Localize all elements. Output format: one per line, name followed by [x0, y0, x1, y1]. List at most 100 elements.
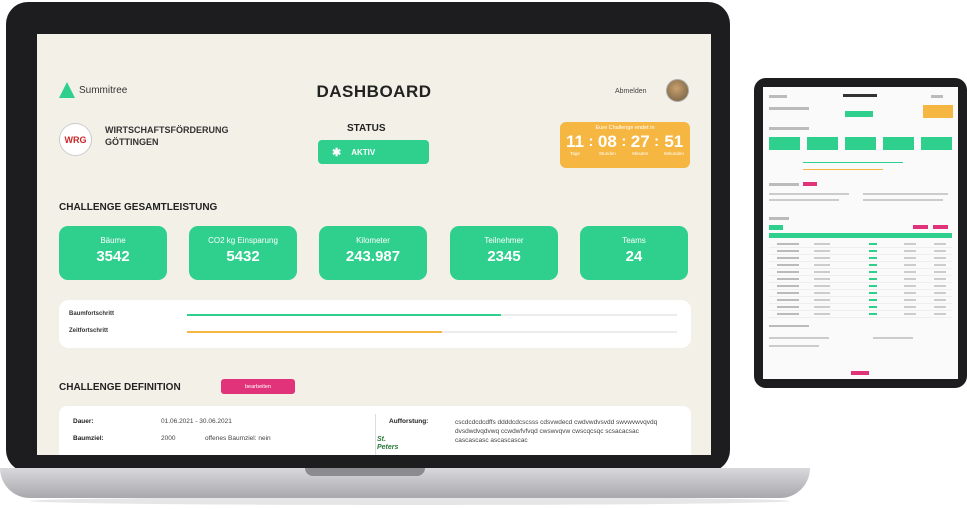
countdown-separator: : — [621, 133, 627, 150]
reforest-text: cscdcdcdcdffs ddddcdcscsss cdsvwdecd cwd… — [455, 419, 658, 444]
countdown-days: 11 — [566, 132, 584, 151]
tablet-table-row — [769, 297, 952, 304]
stat-value: 24 — [625, 248, 643, 265]
stat-value: 5432 — [226, 248, 260, 265]
countdown-minutes-label: Minuten — [632, 151, 649, 156]
org-logo: WRG — [59, 123, 92, 156]
countdown-seconds-label: Sekunden — [663, 151, 684, 156]
stat-card-participants: Teilnehmer 2345 — [450, 226, 558, 280]
countdown-days-label: Tage — [570, 151, 580, 156]
progress-label-trees: Baumfortschritt — [69, 311, 115, 317]
progress-label-time: Zeitfortschritt — [69, 328, 108, 334]
tablet-stat-card — [807, 137, 838, 150]
countdown-title: Eure Challenge endet in — [595, 125, 655, 131]
tree-goal-note: offenes Baumziel: nein — [205, 435, 271, 442]
logout-link[interactable]: Abmelden — [615, 88, 647, 95]
tablet-table-row — [769, 304, 952, 311]
tablet-status-badge — [845, 111, 873, 117]
tree-goal-label: Baumziel: — [73, 435, 104, 442]
tablet-stat-card — [769, 137, 800, 150]
countdown-hours: 08 — [597, 132, 617, 151]
tablet-table-row — [769, 276, 952, 283]
org-logo-text: WRG — [64, 134, 87, 145]
status-label: STATUS — [347, 123, 386, 134]
performance-title: CHALLENGE GESAMTLEISTUNG — [59, 202, 218, 213]
tablet-section-title — [769, 217, 789, 220]
tablet-logo — [769, 95, 787, 98]
laptop-frame: Summitree DASHBOARD Abmelden WRG WIRTSCH… — [6, 2, 730, 472]
stat-label: Teilnehmer — [484, 236, 524, 245]
tablet-progress-bar — [803, 162, 903, 163]
runner-icon: ✱ — [332, 146, 342, 159]
stat-value: 3542 — [96, 248, 130, 265]
tablet-text-line — [769, 193, 849, 195]
countdown-minutes: 27 — [630, 132, 650, 151]
tablet-stat-card — [845, 137, 876, 150]
tablet-table-row — [769, 283, 952, 290]
progress-card: Baumfortschritt Zeitfortschritt — [59, 300, 691, 348]
tablet-text-line — [863, 199, 943, 201]
tablet-table-row — [769, 255, 952, 262]
duration-label: Dauer: — [73, 418, 94, 425]
duration-value: 01.06.2021 - 30.06.2021 — [161, 418, 232, 425]
stat-value: 243.987 — [345, 248, 401, 265]
sponsor-logo: St. Peters — [377, 436, 399, 451]
tablet-user — [931, 95, 943, 98]
tablet-table-row — [769, 269, 952, 276]
edit-button[interactable]: bearbeiten — [221, 379, 295, 394]
tablet-edit-button — [803, 182, 817, 186]
tablet-section-title — [769, 325, 809, 327]
progress-fill-time — [187, 331, 442, 333]
tablet-button — [933, 225, 948, 229]
countdown-separator: : — [588, 133, 594, 150]
tablet-title — [843, 94, 877, 97]
tablet-button — [913, 225, 928, 229]
definition-title: CHALLENGE DEFINITION — [59, 382, 181, 393]
tablet-screen — [763, 87, 958, 379]
countdown-hours-label: Stunden — [599, 151, 616, 156]
org-name: WIRTSCHAFTSFÖRDERUNG GÖTTINGEN — [105, 124, 285, 148]
page-title: DASHBOARD — [316, 82, 432, 101]
tablet-stat-card — [883, 137, 914, 150]
tablet-section-title — [769, 183, 799, 186]
laptop-notch — [305, 468, 425, 476]
tablet-table-row — [769, 241, 952, 248]
stat-label: Teams — [622, 236, 646, 245]
avatar[interactable] — [666, 79, 689, 102]
tablet-save-button — [851, 371, 869, 375]
tablet-text-line — [863, 193, 948, 195]
progress-bar-trees — [187, 314, 677, 316]
countdown-seconds: 51 — [664, 132, 684, 151]
tablet-stat-card — [921, 137, 952, 150]
org-name-line1: WIRTSCHAFTSFÖRDERUNG — [105, 125, 229, 135]
countdown-separator: : — [654, 133, 660, 150]
tablet-text-line — [769, 345, 819, 347]
reforest-label: Aufforstung: — [389, 418, 429, 425]
stat-label: CO2 kg Einsparung — [208, 236, 278, 245]
dashboard-screen: Summitree DASHBOARD Abmelden WRG WIRTSCH… — [37, 34, 711, 455]
countdown-timer: Eure Challenge endet in 11 Tage : 08 Stund… — [560, 122, 690, 168]
tablet-table-row — [769, 290, 952, 297]
stat-label: Bäume — [100, 236, 126, 245]
laptop-shadow — [30, 497, 790, 505]
tree-goal-value: 2000 — [161, 435, 176, 442]
stat-card-teams: Teams 24 — [580, 226, 688, 280]
progress-fill-trees — [187, 314, 501, 316]
status-value: AKTIV — [351, 147, 376, 157]
tablet-table-row — [769, 262, 952, 269]
progress-bar-time — [187, 331, 677, 333]
org-name-line2: GÖTTINGEN — [105, 137, 159, 147]
tablet-text-line — [873, 337, 913, 339]
tablet-table-row — [769, 311, 952, 318]
tablet-text-line — [769, 199, 839, 201]
stat-card-kilometers: Kilometer 243.987 — [319, 226, 427, 280]
stat-label: Kilometer — [356, 236, 390, 245]
divider — [375, 414, 376, 455]
tablet-tab — [769, 225, 783, 230]
tablet-frame — [754, 78, 967, 388]
tablet-section-title — [769, 127, 809, 130]
stat-value: 2345 — [487, 248, 521, 265]
tablet-progress-bar — [803, 169, 883, 170]
status-badge: ✱ AKTIV — [318, 140, 429, 164]
tablet-table-row — [769, 248, 952, 255]
